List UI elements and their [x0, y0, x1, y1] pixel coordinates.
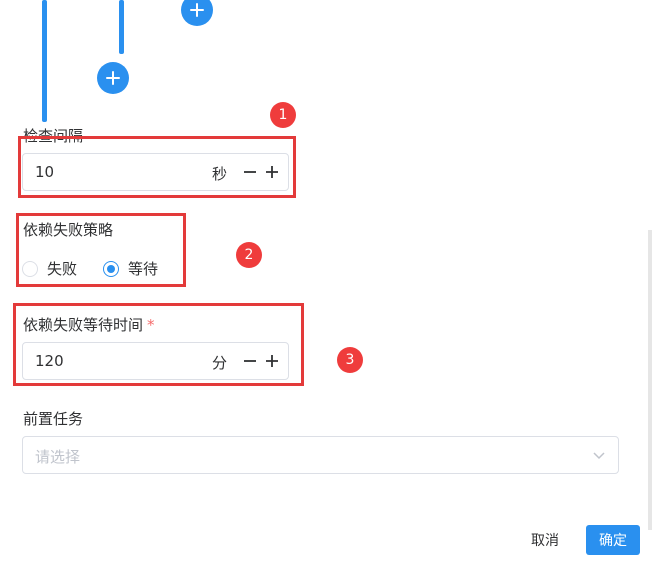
annotation-box-3 [13, 303, 304, 386]
add-node-button[interactable] [97, 62, 129, 94]
chevron-down-icon [593, 452, 605, 460]
flow-connector-line-right [119, 0, 124, 54]
annotation-badge-1: 1 [270, 102, 296, 128]
pre-task-placeholder: 请选择 [35, 448, 81, 466]
pre-task-select[interactable]: 请选择 [22, 436, 619, 474]
pre-task-label: 前置任务 [23, 410, 84, 428]
confirm-button[interactable]: 确定 [586, 525, 640, 555]
annotation-badge-2: 2 [236, 242, 262, 268]
annotation-box-1 [18, 136, 296, 198]
annotation-box-2 [16, 213, 186, 287]
flow-connector-line-left [42, 0, 47, 122]
add-node-button-top[interactable] [181, 0, 213, 26]
cancel-button[interactable]: 取消 [520, 525, 570, 555]
annotation-badge-3: 3 [337, 347, 363, 373]
plus-icon [106, 71, 120, 85]
scrollbar-thumb[interactable] [648, 230, 652, 530]
plus-icon [190, 3, 204, 17]
